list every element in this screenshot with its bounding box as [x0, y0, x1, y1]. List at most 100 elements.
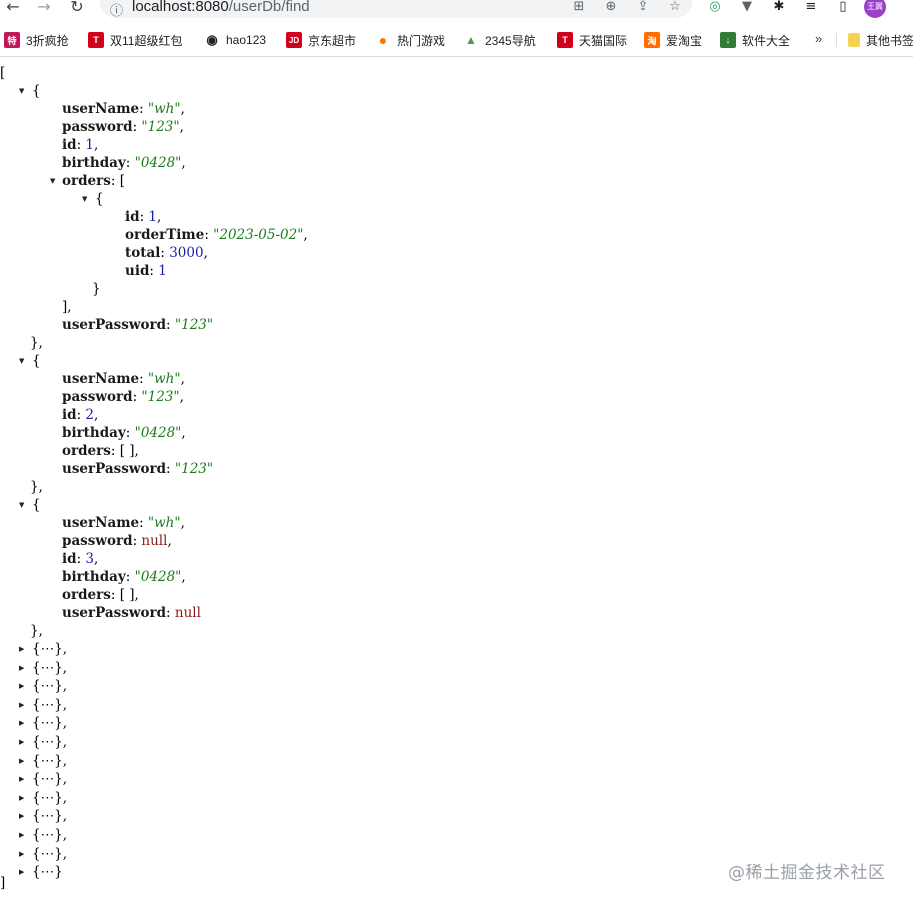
share-icon[interactable]: ⇪ — [634, 0, 652, 15]
expand-toggle[interactable]: ▼ — [82, 190, 90, 208]
comma: , — [62, 752, 67, 769]
address-bar[interactable]: ⓘ localhost:8080/userDb/find ⊞ ⊕ ⇪ ☆ — [100, 0, 692, 19]
extensions-puzzle-icon[interactable]: ✱ — [770, 0, 788, 16]
expand-toggle[interactable]: ▶ — [19, 714, 27, 732]
bookmark-item[interactable]: 淘爱淘宝 — [644, 31, 702, 49]
expand-toggle[interactable]: ▼ — [19, 82, 27, 100]
collapsed-object[interactable]: {⋯}, — [32, 677, 67, 695]
expand-toggle[interactable]: ▶ — [19, 752, 27, 770]
bookmark-item[interactable]: T 双11超级红包 — [88, 31, 182, 49]
expand-toggle[interactable]: ▶ — [19, 770, 27, 788]
json-value: "123" — [141, 389, 180, 405]
forward-arrow-icon[interactable]: → — [33, 0, 55, 16]
game-icon: ● — [378, 32, 388, 48]
expand-toggle[interactable]: ▶ — [19, 677, 27, 695]
json-entry: userName: "wh", — [62, 371, 185, 387]
bookmark-label: 爱淘宝 — [666, 33, 703, 48]
bookmark-label: 双11超级红包 — [110, 33, 183, 48]
json-entry: orders: [ — [62, 173, 125, 189]
root-close-bracket: ] — [0, 875, 6, 891]
object-open-brace: { — [32, 83, 41, 99]
bookmark-item[interactable]: T 天猫国际 — [557, 31, 627, 49]
expand-toggle[interactable]: ▶ — [19, 845, 27, 863]
json-entry: orderTime: "2023-05-02", — [125, 227, 308, 243]
expand-toggle[interactable]: ▼ — [19, 496, 27, 514]
bookmark-item[interactable]: 特 3折疯抢 — [4, 31, 69, 49]
collapsed-object[interactable]: {⋯}, — [32, 845, 67, 863]
bookmark-star-icon[interactable]: ☆ — [666, 0, 684, 15]
url-path: /userDb/find — [228, 0, 310, 15]
expand-toggle[interactable]: ▼ — [19, 352, 27, 370]
expand-toggle[interactable]: ▶ — [19, 733, 27, 751]
json-entry: id: 3, — [62, 551, 99, 567]
bookmark-item[interactable]: ● 热门游戏 — [375, 31, 445, 49]
json-entry: password: null, — [62, 533, 172, 549]
json-value: 1 — [85, 137, 95, 153]
collapsed-object[interactable]: {⋯}, — [32, 752, 67, 770]
expand-toggle[interactable]: ▶ — [19, 863, 27, 881]
object-close-brace: } — [92, 281, 101, 297]
more-bookmarks-chevron-icon[interactable]: » — [815, 31, 822, 46]
json-entry: userName: "wh", — [62, 101, 185, 117]
collapsed-object[interactable]: {⋯}, — [32, 714, 67, 732]
comma: , — [62, 845, 67, 862]
collapsed-object-text: {⋯} — [32, 827, 63, 843]
json-entry: orders: [ ], — [62, 587, 139, 603]
comma: , — [62, 641, 67, 657]
toolbar-divider — [0, 56, 913, 57]
site-info-icon[interactable]: ⓘ — [110, 0, 123, 19]
browser-toolbar: ← → ↻ ⓘ localhost:8080/userDb/find ⊞ ⊕ ⇪… — [0, 0, 913, 20]
collapsed-object[interactable]: {⋯}, — [32, 659, 67, 677]
bookmark-icon: 特 — [4, 32, 20, 48]
bookmark-icon: 淘 — [644, 32, 660, 48]
back-arrow-icon[interactable]: ← — [2, 0, 24, 16]
bookmark-item[interactable]: ▲ 2345导航 — [463, 31, 536, 49]
extension-circle-icon[interactable]: ◎ — [706, 0, 724, 16]
json-value: 1 — [148, 209, 158, 225]
translate-icon[interactable]: ⊞ — [570, 0, 588, 15]
collapsed-object[interactable]: {⋯}, — [32, 733, 67, 751]
zoom-icon[interactable]: ⊕ — [602, 0, 620, 15]
collapsed-object[interactable]: {⋯}, — [32, 696, 67, 714]
collapsed-object[interactable]: {⋯}, — [32, 826, 67, 844]
object-close-brace: }, — [30, 335, 43, 351]
expand-toggle[interactable]: ▶ — [19, 696, 27, 714]
collapsed-object[interactable]: {⋯}, — [32, 770, 67, 788]
reading-list-icon[interactable]: ≡ — [802, 0, 820, 16]
expand-toggle[interactable]: ▶ — [19, 826, 27, 844]
side-panel-icon[interactable]: ▯ — [834, 0, 852, 16]
object-open-brace: { — [95, 191, 104, 207]
collapsed-object[interactable]: {⋯} — [32, 863, 63, 881]
extension-v-icon[interactable]: ▼ — [738, 0, 756, 16]
object-close-brace: }, — [30, 479, 43, 495]
expand-toggle[interactable]: ▶ — [19, 789, 27, 807]
comma: , — [62, 715, 67, 732]
reload-icon[interactable]: ↻ — [66, 0, 88, 16]
json-value: "wh" — [147, 101, 181, 117]
collapsed-object[interactable]: {⋯}, — [32, 807, 67, 825]
collapsed-object[interactable]: {⋯}, — [32, 789, 67, 807]
expand-toggle[interactable]: ▶ — [19, 640, 27, 658]
expand-toggle[interactable]: ▼ — [50, 172, 58, 190]
collapsed-object-text: {⋯} — [32, 864, 63, 881]
json-entry: birthday: "0428", — [62, 569, 186, 585]
bookmark-label: 天猫国际 — [579, 33, 628, 48]
json-entry: userPassword: "123" — [62, 461, 214, 477]
expand-toggle[interactable]: ▶ — [19, 807, 27, 825]
comma: , — [62, 771, 67, 788]
profile-avatar[interactable]: 王翼 — [864, 0, 886, 18]
collapsed-object[interactable]: {⋯}, — [32, 640, 67, 658]
collapsed-object-text: {⋯} — [32, 752, 63, 769]
url-text[interactable]: localhost:8080/userDb/find — [132, 0, 310, 15]
bookmark-item[interactable]: ◉ hao123 — [204, 31, 266, 49]
collapsed-object-text: {⋯} — [32, 734, 63, 750]
json-value: "123" — [174, 461, 214, 477]
expand-toggle[interactable]: ▶ — [19, 659, 27, 677]
bookmark-item[interactable]: JD 京东超市 — [286, 31, 356, 49]
bookmark-item[interactable]: ↓ 软件大全 — [720, 31, 790, 49]
collapsed-object-text: {⋯} — [32, 678, 63, 695]
collapsed-object-text: {⋯} — [32, 789, 63, 806]
other-bookmarks[interactable]: 其他书签 — [848, 31, 913, 49]
collapsed-object-text: {⋯} — [32, 808, 63, 825]
root-open-bracket: [ — [0, 65, 6, 81]
